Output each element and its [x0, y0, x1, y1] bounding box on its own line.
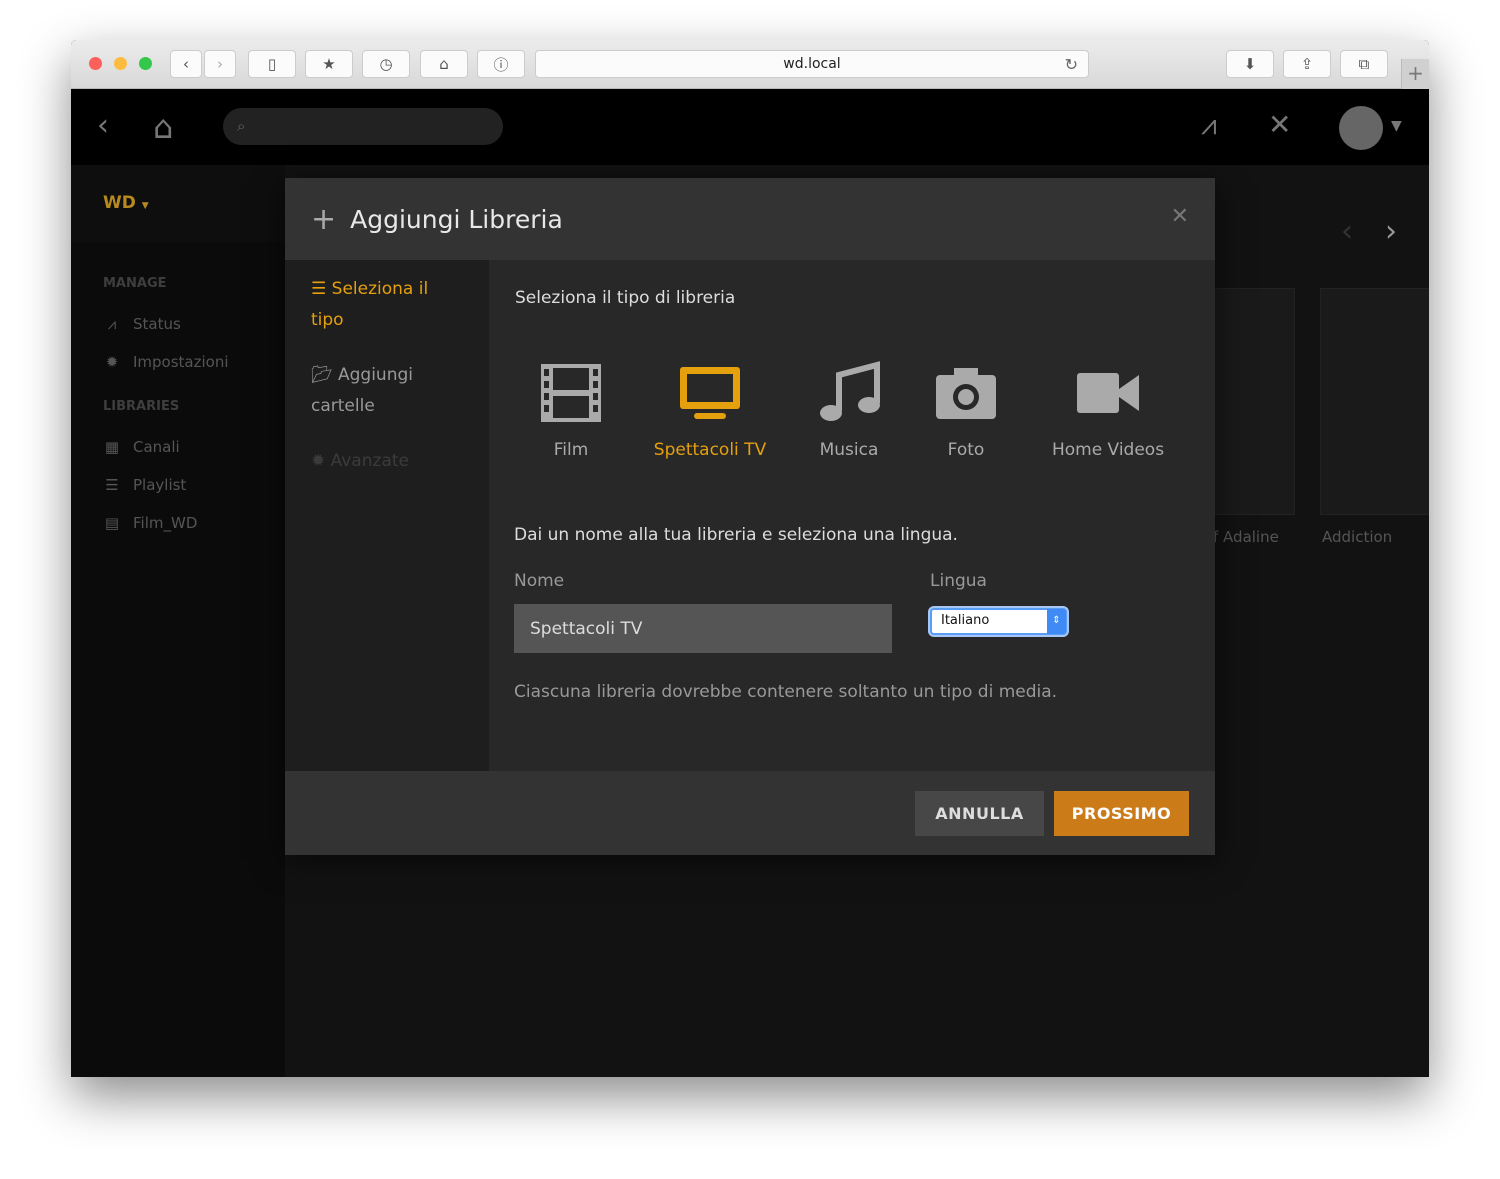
hint-text: Ciascuna libreria dovrebbe contenere sol…	[514, 682, 1058, 702]
gear-icon: ✹	[105, 353, 119, 371]
app-header: ‹ ⌂ ⌕ ⩘ ✕ ▼	[71, 89, 1429, 165]
chevron-left-icon[interactable]: ‹	[1341, 217, 1353, 247]
step-add-folders[interactable]: 📂︎ Aggiungi cartelle	[311, 360, 463, 422]
add-library-dialog: + Aggiungi Libreria ✕ ☰ Seleziona il tip…	[285, 178, 1215, 855]
name-prompt: Dai un nome alla tua libreria e selezion…	[514, 525, 958, 545]
sidebar: WD ▼ MANAGE ⩘ Status ✹ Impostazioni LIBRAR…	[71, 165, 285, 1077]
reload-icon[interactable]: ↻	[1065, 51, 1078, 78]
chevron-down-icon[interactable]: ▼	[1391, 119, 1402, 133]
type-label: Film	[553, 440, 589, 460]
wizard-steps: ☰ Seleziona il tipo 📂︎ Aggiungi cartelle…	[285, 260, 489, 771]
search-icon: ⌕	[237, 117, 246, 135]
close-icon[interactable]: ✕	[1171, 204, 1189, 229]
step-advanced: ✹ Avanzate	[311, 446, 463, 477]
sidebar-item-playlist[interactable]: ☰ Playlist	[71, 466, 285, 504]
avatar[interactable]	[1339, 106, 1383, 150]
music-icon	[820, 361, 880, 421]
type-music[interactable]: Musica	[801, 360, 897, 460]
history-icon[interactable]: ◷	[362, 50, 410, 78]
grid-icon: ▦	[104, 438, 120, 456]
language-label: Lingua	[930, 571, 987, 591]
sidebar-item-status[interactable]: ⩘ Status	[71, 305, 285, 343]
film-icon	[541, 364, 601, 422]
minimize-window-button[interactable]	[114, 57, 127, 70]
search-input[interactable]: ⌕	[223, 108, 503, 145]
zoom-window-button[interactable]	[139, 57, 152, 70]
film-icon: ▤	[104, 514, 120, 532]
home-icon[interactable]: ⌂	[420, 50, 468, 78]
chevron-right-icon[interactable]: ›	[1385, 217, 1397, 247]
sidebar-item-label: Impostazioni	[133, 353, 229, 371]
forward-button[interactable]: ›	[204, 50, 236, 78]
manage-heading: MANAGE	[103, 276, 167, 291]
url-text: wd.local	[783, 56, 841, 72]
sidebar-item-impostazioni[interactable]: ✹ Impostazioni	[71, 343, 285, 381]
tv-icon	[680, 367, 740, 419]
step-label: Seleziona il tipo	[311, 279, 429, 330]
share-icon[interactable]: ⇪	[1283, 50, 1331, 78]
dialog-header: + Aggiungi Libreria ✕	[285, 178, 1215, 260]
type-label: Home Videos	[1051, 440, 1165, 460]
type-tv-shows[interactable]: Spettacoli TV	[619, 360, 801, 460]
type-photos[interactable]: Foto	[897, 360, 1035, 460]
type-label: Spettacoli TV	[653, 440, 767, 460]
libraries-heading: LIBRARIES	[103, 399, 180, 414]
poster-title[interactable]: Addiction	[1322, 528, 1392, 546]
library-type-list: Film Spettacoli TV Musica Foto Home Vide…	[523, 360, 1189, 460]
sidebar-item-label: Status	[133, 315, 181, 333]
dialog-content: Seleziona il tipo di libreria Film Spett…	[489, 260, 1215, 771]
dialog-title: Aggiungi Libreria	[350, 204, 563, 234]
list-icon: ☰	[311, 279, 327, 299]
folder-icon: 📂︎	[311, 365, 333, 385]
type-prompt: Seleziona il tipo di libreria	[515, 288, 736, 308]
activity-icon: ⩘	[107, 315, 117, 333]
bookmarks-icon[interactable]: ★	[305, 50, 353, 78]
home-icon[interactable]: ⌂	[153, 111, 173, 143]
sidebar-item-film-wd[interactable]: ▤ Film_WD	[71, 504, 285, 542]
password-manager-icon[interactable]: ⓘ	[477, 50, 525, 78]
plus-icon: +	[311, 201, 337, 237]
address-bar[interactable]: wd.local ↻	[535, 50, 1089, 78]
sidebar-item-label: Film_WD	[133, 514, 198, 532]
next-button[interactable]: PROSSIMO	[1054, 791, 1189, 836]
sidebar-item-canali[interactable]: ▦ Canali	[71, 428, 285, 466]
type-film[interactable]: Film	[523, 360, 619, 460]
chevron-updown-icon: ⇕	[1047, 609, 1066, 634]
sidebar-item-label: Playlist	[133, 476, 187, 494]
back-icon[interactable]: ‹	[97, 111, 109, 141]
server-selector[interactable]: WD ▼	[71, 165, 285, 242]
downloads-icon[interactable]: ⬇	[1226, 50, 1274, 78]
language-value: Italiano	[941, 613, 990, 628]
poster-card[interactable]	[1320, 288, 1429, 515]
step-select-type[interactable]: ☰ Seleziona il tipo	[311, 274, 463, 336]
list-icon: ☰	[105, 476, 119, 494]
new-tab-button[interactable]: +	[1401, 59, 1429, 89]
settings-tools-icon[interactable]: ✕	[1268, 111, 1291, 139]
dialog-footer: ANNULLA PROSSIMO	[285, 771, 1215, 855]
activity-icon[interactable]: ⩘	[1201, 111, 1217, 139]
sidebar-item-label: Canali	[133, 438, 180, 456]
close-window-button[interactable]	[89, 57, 102, 70]
video-camera-icon	[1077, 373, 1139, 413]
name-label: Nome	[514, 571, 565, 591]
poster-title[interactable]: f Adaline	[1213, 528, 1279, 546]
browser-toolbar: ‹ › ▯ ★ ◷ ⌂ ⓘ wd.local ↻ ⬇ ⇪ ⧉ +	[71, 40, 1429, 89]
camera-icon	[936, 368, 996, 419]
language-select[interactable]: Italiano ⇕	[930, 608, 1067, 635]
gear-icon: ✹	[311, 451, 326, 471]
back-button[interactable]: ‹	[170, 50, 202, 78]
type-label: Foto	[947, 440, 985, 460]
cancel-button[interactable]: ANNULLA	[915, 791, 1044, 836]
library-name-input[interactable]	[514, 604, 892, 653]
server-name: WD	[103, 193, 136, 213]
step-label: Avanzate	[330, 451, 410, 471]
type-label: Musica	[819, 440, 879, 460]
type-home-videos[interactable]: Home Videos	[1035, 360, 1181, 460]
sidebar-toggle-icon[interactable]: ▯	[248, 50, 296, 78]
tabs-overview-icon[interactable]: ⧉	[1340, 50, 1388, 78]
